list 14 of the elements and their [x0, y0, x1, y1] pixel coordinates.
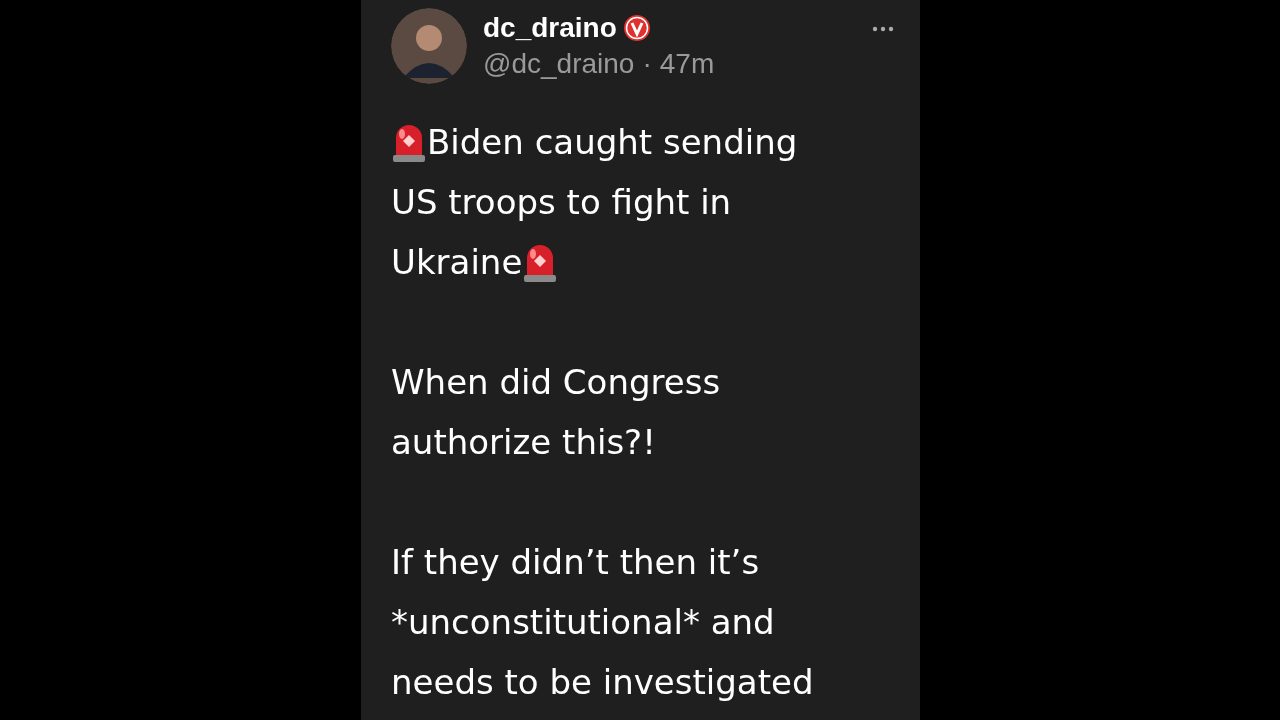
post-text: Ukraine — [391, 241, 523, 284]
post-text: *unconstitutional* and — [391, 601, 775, 644]
post-text: When did Congress — [391, 361, 721, 404]
more-icon[interactable] — [872, 26, 894, 32]
author-name[interactable]: dc_draino — [483, 12, 617, 44]
post-text: needs to be investigated — [391, 661, 814, 704]
post-text: Biden caught sending — [427, 121, 798, 164]
post-text: US troops to fight in — [391, 181, 732, 224]
separator: · — [642, 48, 652, 80]
post-text: If they didn’t then it’s — [391, 541, 760, 584]
author-handle[interactable]: @dc_draino — [483, 48, 635, 80]
avatar[interactable] — [391, 8, 467, 84]
post-time: 47m — [659, 48, 715, 80]
post-text: authorize this?! — [391, 421, 656, 464]
